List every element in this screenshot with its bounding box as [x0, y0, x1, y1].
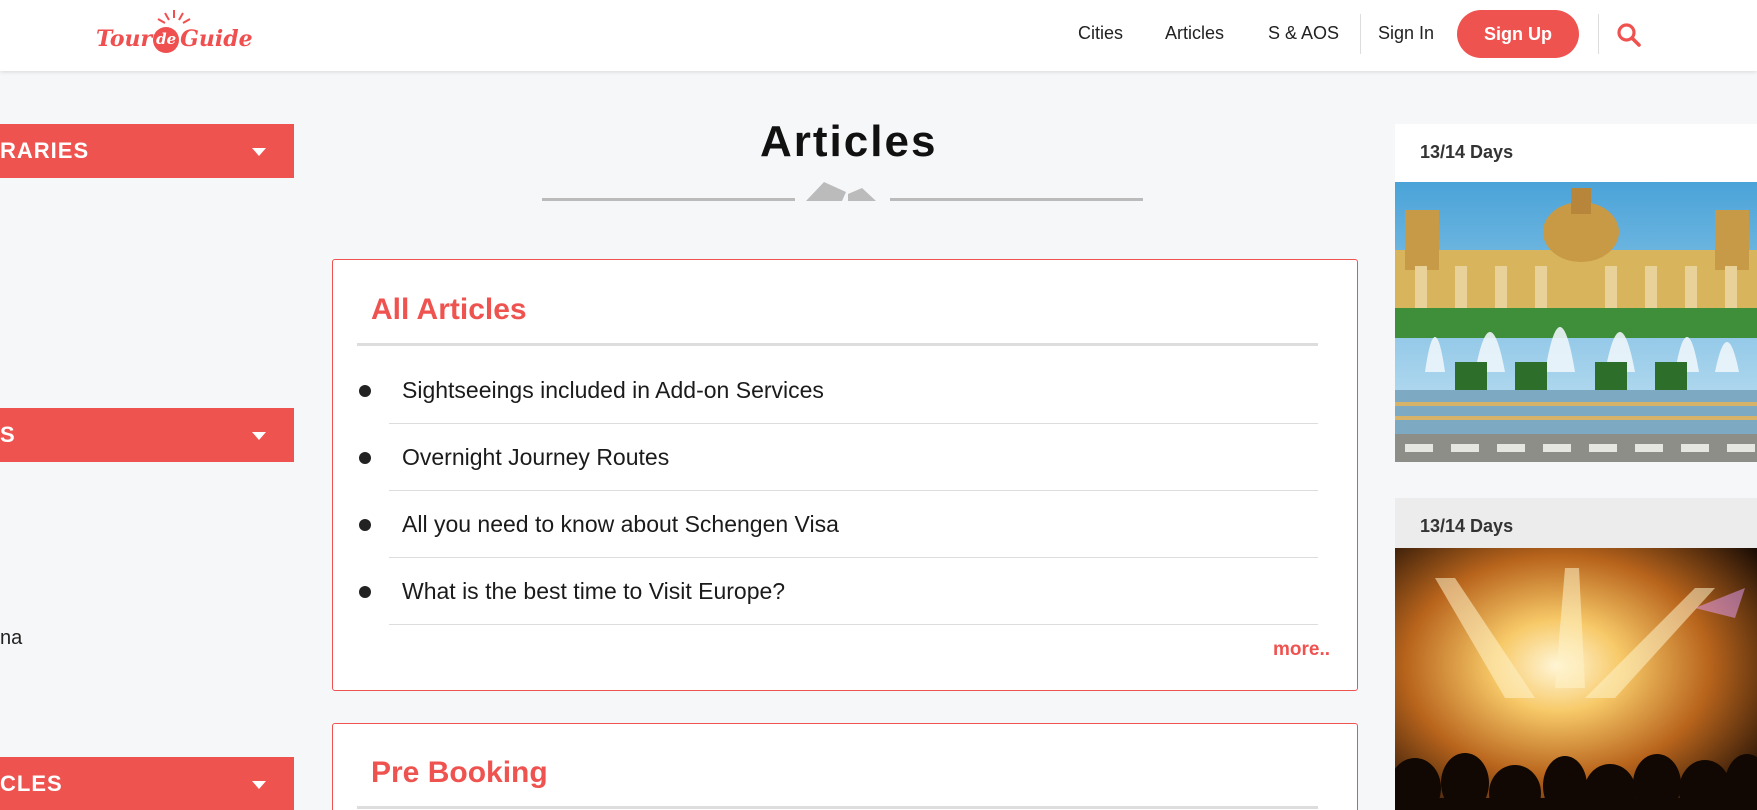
- article-title[interactable]: All you need to know about Schengen Visa: [402, 511, 839, 538]
- nav-s-aos[interactable]: S & AOS: [1268, 23, 1339, 44]
- page-title: Articles: [760, 117, 938, 166]
- divider: [389, 624, 1318, 625]
- pre-booking-card: Pre Booking: [332, 723, 1358, 810]
- sidebar-toggle-articles[interactable]: CLES: [0, 757, 294, 810]
- sidebar-toggle-itineraries[interactable]: RARIES: [0, 124, 294, 178]
- sign-up-button[interactable]: Sign Up: [1457, 10, 1579, 58]
- caret-down-icon: [252, 432, 266, 440]
- sidebar-bar-label: RARIES: [0, 138, 90, 163]
- article-item[interactable]: What is the best time to Visit Europe?: [333, 558, 1333, 625]
- bullet-icon: [359, 586, 371, 598]
- promo-card[interactable]: 13/14 Days: [1395, 498, 1757, 810]
- sidebar-toggle-section[interactable]: S: [0, 408, 294, 462]
- nav-separator: [1598, 14, 1599, 54]
- nav-cities[interactable]: Cities: [1078, 23, 1123, 44]
- article-title[interactable]: Overnight Journey Routes: [402, 444, 669, 471]
- article-title[interactable]: What is the best time to Visit Europe?: [402, 578, 785, 605]
- promo-card[interactable]: 13/14 Days: [1395, 124, 1757, 462]
- header: Tour de Guide Cities Articles S & AOS Sign…: [0, 0, 1757, 71]
- promo-duration: 13/14 Days: [1420, 516, 1514, 536]
- logo-text: Tour de Guide: [96, 26, 253, 53]
- sidebar-bar-label: S: [0, 422, 16, 447]
- card-title-rule: [357, 343, 1318, 346]
- article-item[interactable]: Sightseeings included in Add-on Services: [333, 357, 1333, 424]
- search-icon[interactable]: [1616, 22, 1642, 48]
- card-title: Pre Booking: [371, 756, 548, 789]
- logo-part2: de: [153, 27, 180, 53]
- more-articles-link[interactable]: more..: [1273, 639, 1330, 661]
- card-title-rule: [357, 806, 1318, 809]
- title-divider-right: [890, 198, 1143, 201]
- divider-ornament-icon: [806, 182, 876, 201]
- palace-fountain-image: [1395, 182, 1757, 462]
- nav-articles[interactable]: Articles: [1165, 23, 1224, 44]
- bullet-icon: [359, 519, 371, 531]
- nav-sign-in[interactable]: Sign In: [1378, 23, 1434, 44]
- logo-part1: Tour: [96, 26, 153, 52]
- all-articles-card: All Articles Sightseeings included in Ad…: [332, 259, 1358, 691]
- concert-crowd-image: [1395, 548, 1757, 810]
- bullet-icon: [359, 385, 371, 397]
- sidebar-bar-label: CLES: [0, 771, 63, 796]
- logo-part3: Guide: [180, 26, 253, 52]
- sidebar-text[interactable]: na: [0, 627, 22, 650]
- logo[interactable]: Tour de Guide: [96, 8, 253, 62]
- nav-separator: [1360, 14, 1361, 54]
- caret-down-icon: [252, 148, 266, 156]
- article-title[interactable]: Sightseeings included in Add-on Services: [402, 377, 824, 404]
- caret-down-icon: [252, 781, 266, 789]
- article-item[interactable]: Overnight Journey Routes: [333, 424, 1333, 491]
- bullet-icon: [359, 452, 371, 464]
- promo-duration: 13/14 Days: [1420, 142, 1514, 162]
- title-divider-left: [542, 198, 795, 201]
- article-item[interactable]: All you need to know about Schengen Visa: [333, 491, 1333, 558]
- card-title: All Articles: [371, 293, 527, 326]
